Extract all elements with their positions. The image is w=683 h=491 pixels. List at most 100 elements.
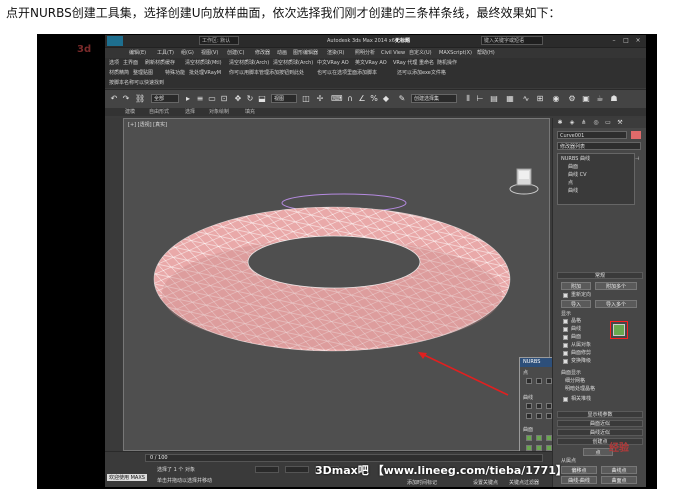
motion-tab-icon[interactable]: ◎: [591, 119, 601, 127]
nurbs-offset-point-icon[interactable]: [536, 378, 542, 384]
key-filters-button[interactable]: 关键点过滤器: [509, 479, 539, 486]
menu-maxscript[interactable]: MAXScript(X): [439, 48, 472, 58]
stack-item-point[interactable]: 点: [568, 180, 573, 187]
layer-manager-icon[interactable]: ▤: [489, 94, 499, 104]
curve-point-button[interactable]: 曲线点: [601, 466, 637, 474]
nurbs-point-curve-icon[interactable]: [536, 403, 542, 409]
script-clear-mtl[interactable]: 清空材质球(Mtl): [185, 58, 222, 68]
menu-group[interactable]: 组(G): [181, 48, 194, 58]
script-en-vray-ao[interactable]: 英文VRay AO: [355, 58, 387, 68]
keyboard-shortcut-icon[interactable]: ⌨: [331, 94, 343, 104]
nurbs-point-icon[interactable]: [526, 378, 532, 384]
script-vray-proxy[interactable]: VRay 代理: [393, 58, 417, 68]
script-options[interactable]: 选项: [109, 58, 119, 68]
menu-civil-view[interactable]: Civil View: [381, 48, 405, 58]
script-cn-vray-ao[interactable]: 中文VRay AO: [317, 58, 349, 68]
object-color-swatch[interactable]: [631, 131, 641, 139]
script-refresh-mtl[interactable]: 刷新材质缓存: [145, 58, 175, 68]
script-add-button[interactable]: 你可以用脚本管理添加按钮到此处: [229, 68, 304, 78]
object-name-field[interactable]: Curve001: [557, 131, 627, 139]
spinner-snap-icon[interactable]: ◆: [381, 94, 391, 104]
rollout-display-params[interactable]: 显示线参数: [557, 411, 643, 418]
select-region-icon[interactable]: ▭: [207, 94, 217, 104]
pin-stack-icon[interactable]: ⊣: [635, 156, 639, 163]
attach-multiple-button[interactable]: 附加多个: [595, 282, 637, 290]
perspective-viewport[interactable]: [+] [透视] [真实]: [123, 118, 550, 451]
display-curves-checkbox[interactable]: [563, 327, 568, 332]
app-logo-icon[interactable]: [107, 36, 123, 46]
redo-icon[interactable]: ↷: [121, 94, 131, 104]
ribbon-tab-5[interactable]: 填充: [245, 108, 255, 116]
render-icon[interactable]: ☕: [595, 94, 605, 104]
stack-item-surface[interactable]: 曲面: [568, 164, 578, 171]
undo-icon[interactable]: ↶: [109, 94, 119, 104]
surface-point-button[interactable]: 曲面点: [601, 476, 637, 484]
stack-root[interactable]: NURBS 曲线: [561, 156, 590, 163]
minimize-icon[interactable]: –: [609, 36, 619, 45]
pivot-icon[interactable]: ◫: [301, 94, 311, 104]
selection-filter-dropdown[interactable]: 全部: [151, 94, 179, 103]
relational-stack-checkbox[interactable]: [563, 397, 568, 402]
script-batch-vray[interactable]: 批处理VRayM: [189, 68, 221, 78]
rollout-surface-approx[interactable]: 曲面近似: [557, 420, 643, 427]
nurbs-chamfer-curve-icon[interactable]: [536, 413, 542, 419]
modifier-list-dropdown[interactable]: 修改器列表: [557, 142, 641, 150]
display-dependents-checkbox[interactable]: [563, 343, 568, 348]
rollout-general[interactable]: 常规: [557, 272, 643, 279]
create-tab-icon[interactable]: ✱: [555, 119, 565, 127]
rotate-icon[interactable]: ↻: [245, 94, 255, 104]
menu-help[interactable]: 帮助(H): [477, 48, 495, 58]
link-icon[interactable]: ⛓: [135, 94, 145, 104]
menu-views[interactable]: 视图(V): [201, 48, 218, 58]
reorient-checkbox[interactable]: [563, 293, 568, 298]
script-main-ui[interactable]: 主界面: [123, 58, 138, 68]
menu-animation[interactable]: 动画: [277, 48, 287, 58]
nurbs-cv-surface-icon[interactable]: [526, 435, 532, 441]
y-coord-field[interactable]: [285, 466, 309, 473]
menu-lighting[interactable]: 照明分析: [355, 48, 375, 58]
utilities-tab-icon[interactable]: ⚒: [615, 119, 625, 127]
stack-item-curve[interactable]: 曲线: [568, 188, 578, 195]
named-selection-dropdown[interactable]: 创建选择集: [411, 94, 457, 103]
set-key-label[interactable]: 设置关键点: [473, 479, 498, 486]
material-editor-icon[interactable]: ◉: [551, 94, 561, 104]
rollout-curve-approx[interactable]: 曲线近似: [557, 429, 643, 436]
render-setup-icon[interactable]: ⚙: [567, 94, 577, 104]
hierarchy-tab-icon[interactable]: ⋔: [579, 119, 589, 127]
stack-item-curve-cv[interactable]: 曲线 CV: [568, 172, 587, 179]
search-input[interactable]: 键入关键字或短语: [481, 36, 543, 45]
render-iterative-icon[interactable]: ☗: [609, 94, 619, 104]
display-tab-icon[interactable]: ▭: [603, 119, 613, 127]
script-organize-maps[interactable]: 整理贴图: [133, 68, 153, 78]
script-clear-arch[interactable]: 清空材质球(Arch): [229, 58, 269, 68]
percent-snap-icon[interactable]: %: [369, 94, 379, 104]
ribbon-tab-1[interactable]: 建模: [125, 108, 135, 116]
rendered-frame-icon[interactable]: ▣: [581, 94, 591, 104]
shaded-lattice-radio[interactable]: 明暗处理晶格: [565, 386, 595, 393]
nurbs-point-surface-icon[interactable]: [536, 435, 542, 441]
align-icon[interactable]: ⊢: [475, 94, 485, 104]
script-mtl-simplify[interactable]: 材质精简: [109, 68, 129, 78]
time-slider[interactable]: 0 / 100: [145, 454, 543, 462]
nurbs-mirror-curve-icon[interactable]: [526, 413, 532, 419]
x-coord-field[interactable]: [255, 466, 279, 473]
select-object-icon[interactable]: ▸: [183, 94, 193, 104]
menu-tools[interactable]: 工具(T): [157, 48, 174, 58]
script-rename[interactable]: 重命名: [419, 58, 434, 68]
tessellated-mesh-radio[interactable]: 细分网格: [565, 378, 585, 385]
move-icon[interactable]: ✥: [233, 94, 243, 104]
ribbon-tab-3[interactable]: 选择: [185, 108, 195, 116]
import-multiple-button[interactable]: 导入多个: [595, 300, 637, 308]
menu-edit[interactable]: 编辑(E): [129, 48, 146, 58]
schematic-view-icon[interactable]: ⊞: [535, 94, 545, 104]
degradation-checkbox[interactable]: [563, 359, 568, 364]
modifier-stack[interactable]: NURBS 曲线 曲面 曲线 CV 点 曲线: [557, 153, 635, 205]
curve-editor-icon[interactable]: ∿: [521, 94, 531, 104]
script-special[interactable]: 特殊功能: [165, 68, 185, 78]
ribbon-tab-2[interactable]: 自由形式: [149, 108, 169, 116]
scale-icon[interactable]: ⬓: [257, 94, 267, 104]
close-icon[interactable]: ×: [633, 36, 643, 45]
modify-tab-icon[interactable]: ◈: [567, 119, 577, 127]
window-crossing-icon[interactable]: ⊡: [219, 94, 229, 104]
script-random[interactable]: 随机操作: [437, 58, 457, 68]
